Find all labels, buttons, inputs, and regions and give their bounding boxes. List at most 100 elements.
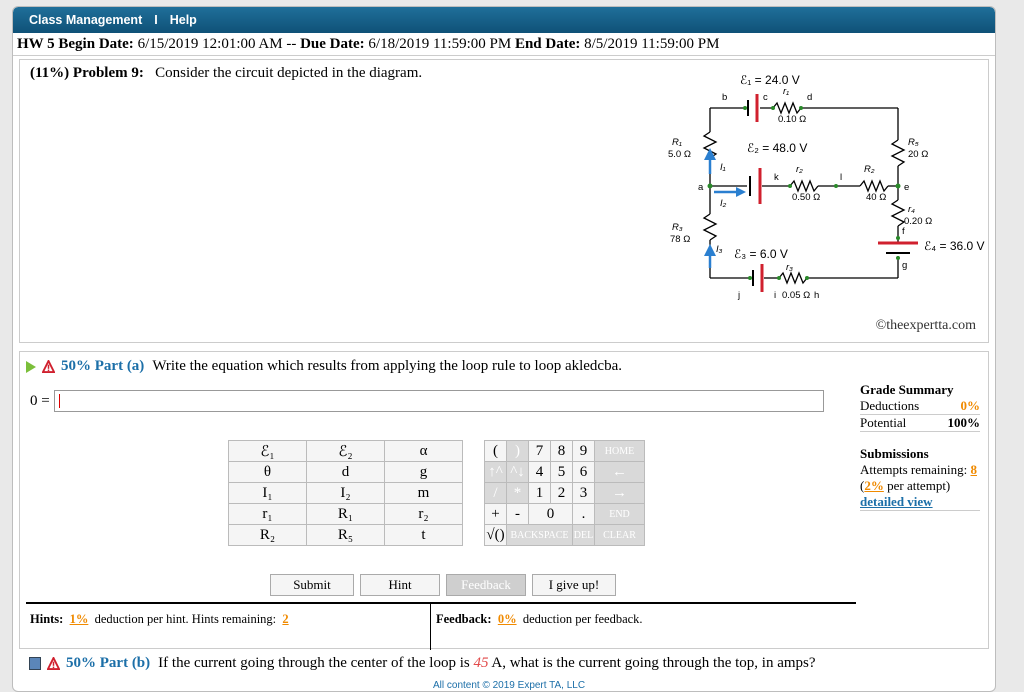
feedback-info: Feedback: 0% deduction per feedback. <box>436 612 643 626</box>
key-left-arrow[interactable]: ← <box>594 461 645 483</box>
text-caret <box>58 394 60 408</box>
key-3[interactable]: 3 <box>572 482 595 504</box>
key-close-paren[interactable]: ) <box>506 440 529 462</box>
r2-value: 0.50 Ω <box>792 192 820 203</box>
feedback-deduction: 0% <box>497 612 517 626</box>
R5-label: R₅ <box>908 137 919 148</box>
key-sym[interactable]: R₅ <box>306 524 385 546</box>
begin-date: 6/15/2019 12:01:00 AM <box>137 36 283 52</box>
key-5[interactable]: 5 <box>550 461 573 483</box>
top-nav: Class Management I Help <box>13 7 995 33</box>
assignment-dates: HW 5 Begin Date: 6/15/2019 12:01:00 AM -… <box>13 33 995 56</box>
problem-text: (11%) Problem 9: Consider the circuit de… <box>30 65 422 82</box>
r3-label: r₃ <box>786 262 793 273</box>
play-icon[interactable] <box>26 360 36 373</box>
key-home[interactable]: HOME <box>594 440 645 462</box>
key-8[interactable]: 8 <box>550 440 573 462</box>
node-k: k <box>774 172 779 183</box>
key-open-paren[interactable]: ( <box>484 440 507 462</box>
key-exp-up[interactable]: ↑^ <box>484 461 507 483</box>
key-exp-down[interactable]: ^↓ <box>506 461 529 483</box>
hints-remaining: 2 <box>282 612 289 626</box>
nav-class-management[interactable]: Class Management <box>29 13 142 27</box>
divider <box>430 604 431 650</box>
key-sym[interactable]: d <box>306 461 385 483</box>
key-end[interactable]: END <box>594 503 645 525</box>
key-sym[interactable]: θ <box>228 461 307 483</box>
key-sym[interactable]: r₂ <box>384 503 463 525</box>
hint-deduction: 1% <box>69 612 89 626</box>
key-del[interactable]: DEL <box>572 524 595 546</box>
part-b-question: If the current going through the center … <box>158 655 816 671</box>
give-up-button[interactable]: I give up! <box>532 574 616 596</box>
r3-value: 0.05 Ω <box>782 290 810 301</box>
key-1[interactable]: 1 <box>528 482 551 504</box>
end-date-label: End Date: <box>514 36 581 52</box>
emf1-label: ℰ₁ = 24.0 V <box>740 73 800 87</box>
key-sym[interactable]: g <box>384 461 463 483</box>
I2-label: I₂ <box>720 198 727 209</box>
emf3-label: ℰ₃ = 6.0 V <box>734 247 788 261</box>
key-6[interactable]: 6 <box>572 461 595 483</box>
key-2[interactable]: 2 <box>550 482 573 504</box>
key-sym[interactable]: ℰ₂ <box>306 440 385 462</box>
key-clear[interactable]: CLEAR <box>594 524 645 546</box>
node-i: i <box>774 290 776 301</box>
node-b: b <box>722 92 727 103</box>
I3-label: I₃ <box>716 244 723 255</box>
key-sqrt[interactable]: √() <box>484 524 507 546</box>
key-decimal[interactable]: . <box>572 503 595 525</box>
main-frame: Class Management I Help HW 5 Begin Date:… <box>12 6 996 692</box>
key-9[interactable]: 9 <box>572 440 595 462</box>
deductions-row: Deductions 0% <box>860 398 980 415</box>
key-sym[interactable]: I₁ <box>228 482 307 504</box>
key-sym[interactable]: α <box>384 440 463 462</box>
key-sym[interactable]: R₁ <box>306 503 385 525</box>
answer-input[interactable] <box>53 390 824 412</box>
key-multiply[interactable]: * <box>506 482 529 504</box>
hints-info: Hints: 1% deduction per hint. Hints rema… <box>30 612 289 626</box>
attempts-count: 8 <box>970 462 977 477</box>
key-sym[interactable]: m <box>384 482 463 504</box>
part-b-value: 45 <box>473 655 489 671</box>
R2-label: R₂ <box>864 164 875 175</box>
grade-summary-title: Grade Summary <box>860 382 954 397</box>
key-0[interactable]: 0 <box>528 503 573 525</box>
symbol-keypad: ℰ₁ ℰ₂ α ( ) 7 8 9 HOME θ d g ↑^ ^↓ 4 5 6 <box>228 440 645 546</box>
begin-date-label: HW 5 Begin Date: <box>17 36 134 52</box>
key-minus[interactable]: - <box>506 503 529 525</box>
submit-button[interactable]: Submit <box>270 574 354 596</box>
problem-description: Consider the circuit depicted in the dia… <box>155 65 423 81</box>
feedback-button[interactable]: Feedback <box>446 574 526 596</box>
end-date: 8/5/2019 11:59:00 PM <box>584 36 720 52</box>
circuit-diagram: ℰ₁ = 24.0 V b c r₁ d 0.10 Ω R₁ 5.0 Ω R₅ … <box>668 73 985 301</box>
emf4-label: ℰ₄ = 36.0 V <box>924 239 985 253</box>
key-4[interactable]: 4 <box>528 461 551 483</box>
detailed-view-link[interactable]: detailed view <box>860 494 933 509</box>
key-backspace[interactable]: BACKSPACE <box>506 524 573 546</box>
document-icon[interactable] <box>29 657 41 670</box>
part-a-question: Write the equation which results from ap… <box>152 358 622 374</box>
node-j: j <box>737 290 740 301</box>
part-b-header[interactable]: 50% Part (b) If the current going throug… <box>29 655 816 672</box>
problem-statement: (11%) Problem 9: Consider the circuit de… <box>19 59 989 343</box>
key-sym[interactable]: R₂ <box>228 524 307 546</box>
I1-label: I₁ <box>720 162 726 173</box>
R1-label: R₁ <box>672 137 682 148</box>
r4-value: 0.20 Ω <box>904 216 932 227</box>
nav-separator: I <box>154 13 158 27</box>
hint-button[interactable]: Hint <box>360 574 440 596</box>
key-sym[interactable]: ℰ₁ <box>228 440 307 462</box>
r4-label: r₄ <box>908 204 915 215</box>
key-7[interactable]: 7 <box>528 440 551 462</box>
nav-help[interactable]: Help <box>170 13 197 27</box>
node-h: h <box>814 290 819 301</box>
attempts-remaining: Attempts remaining: 8 <box>860 462 977 477</box>
key-sym[interactable]: t <box>384 524 463 546</box>
key-plus[interactable]: + <box>484 503 507 525</box>
key-divide[interactable]: / <box>484 482 507 504</box>
key-sym[interactable]: r₁ <box>228 503 307 525</box>
grade-summary: Grade Summary Deductions 0% Potential 10… <box>860 382 980 511</box>
key-sym[interactable]: I₂ <box>306 482 385 504</box>
key-right-arrow[interactable]: → <box>594 482 645 504</box>
